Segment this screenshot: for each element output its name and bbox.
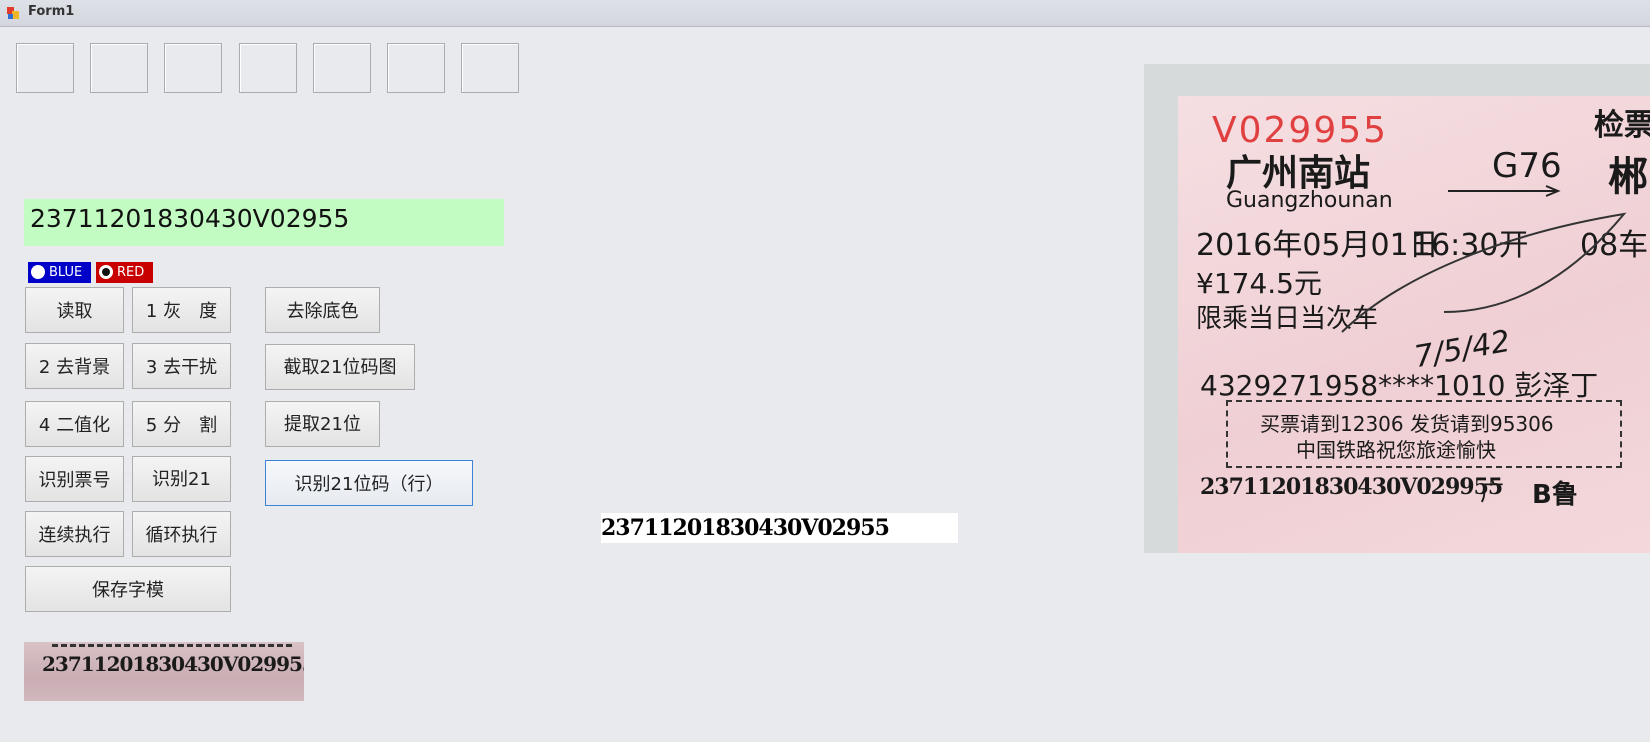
- ticket-notice-line1: 买票请到12306 发货请到95306: [1260, 412, 1554, 436]
- ticket-image: V029955 检票 广州南站 Guangzhounan G76 郴 2016年…: [1144, 64, 1650, 553]
- remove-bg-color-button[interactable]: 去除底色: [265, 287, 380, 333]
- radio-blue[interactable]: BLUE: [28, 262, 91, 283]
- cropped-code-text: 23711201830430V029955: [42, 652, 304, 676]
- app-icon: [7, 7, 19, 19]
- binarize-button[interactable]: 4 二值化: [25, 401, 124, 447]
- ticket-train: G76: [1492, 146, 1562, 186]
- char-box-6: [387, 43, 445, 93]
- ticket-arrow-icon: [1448, 185, 1561, 197]
- char-box-5: [313, 43, 371, 93]
- gray-button[interactable]: 1 灰 度: [132, 287, 231, 333]
- remove-background-button[interactable]: 2 去背景: [25, 343, 124, 389]
- ticket-bottom-mark1: 广: [1480, 478, 1504, 506]
- extract-21-button[interactable]: 提取21位: [265, 401, 380, 447]
- continuous-run-button[interactable]: 连续执行: [25, 511, 124, 557]
- radio-blue-label: BLUE: [49, 265, 83, 280]
- ticket-notice-line2: 中国铁路祝您旅途愉快: [1296, 438, 1496, 462]
- denoise-button[interactable]: 3 去干扰: [132, 343, 231, 389]
- split-button[interactable]: 5 分 割: [132, 401, 231, 447]
- char-box-7: [461, 43, 519, 93]
- ticket-handwritten-scribble: [1341, 212, 1627, 333]
- char-box-2: [90, 43, 148, 93]
- recognize-ticket-button[interactable]: 识别票号: [25, 456, 124, 502]
- ticket-to-station: 郴: [1608, 154, 1648, 200]
- loop-run-button[interactable]: 循环执行: [132, 511, 231, 557]
- binarized-code-text: 23711201830430V02955: [601, 515, 890, 541]
- radio-red-label: RED: [117, 265, 145, 280]
- save-font-button[interactable]: 保存字模: [25, 566, 231, 612]
- radio-red[interactable]: RED: [96, 262, 153, 283]
- crop-top-edge: [52, 642, 292, 647]
- ticket-bottom-mark2: B鲁: [1532, 480, 1578, 510]
- ticket-bottom-code: 23711201830430V029955: [1200, 474, 1503, 500]
- binarized-code-image: 23711201830430V02955: [601, 513, 958, 543]
- ticket-check-label: 检票: [1594, 108, 1650, 143]
- title-bar: Form1: [0, 0, 1650, 27]
- read-button[interactable]: 读取: [25, 287, 124, 333]
- recognize-21-button[interactable]: 识别21: [132, 456, 231, 502]
- char-box-1: [16, 43, 74, 93]
- crop-21-image-button[interactable]: 截取21位码图: [265, 344, 415, 390]
- ticket-id-name: 4329271958****1010 彭泽丁: [1200, 369, 1599, 402]
- result-text-box[interactable]: 23711201830430V02955: [24, 199, 504, 246]
- cropped-code-image: 23711201830430V029955: [24, 642, 304, 701]
- radio-dot-blue: [31, 265, 45, 279]
- radio-dot-red: [99, 265, 113, 279]
- window-title: Form1: [28, 4, 75, 19]
- char-box-3: [164, 43, 222, 93]
- ticket-price: ¥174.5元: [1196, 267, 1322, 300]
- char-box-4: [239, 43, 297, 93]
- recognize-21-row-button[interactable]: 识别21位码（行）: [265, 460, 473, 506]
